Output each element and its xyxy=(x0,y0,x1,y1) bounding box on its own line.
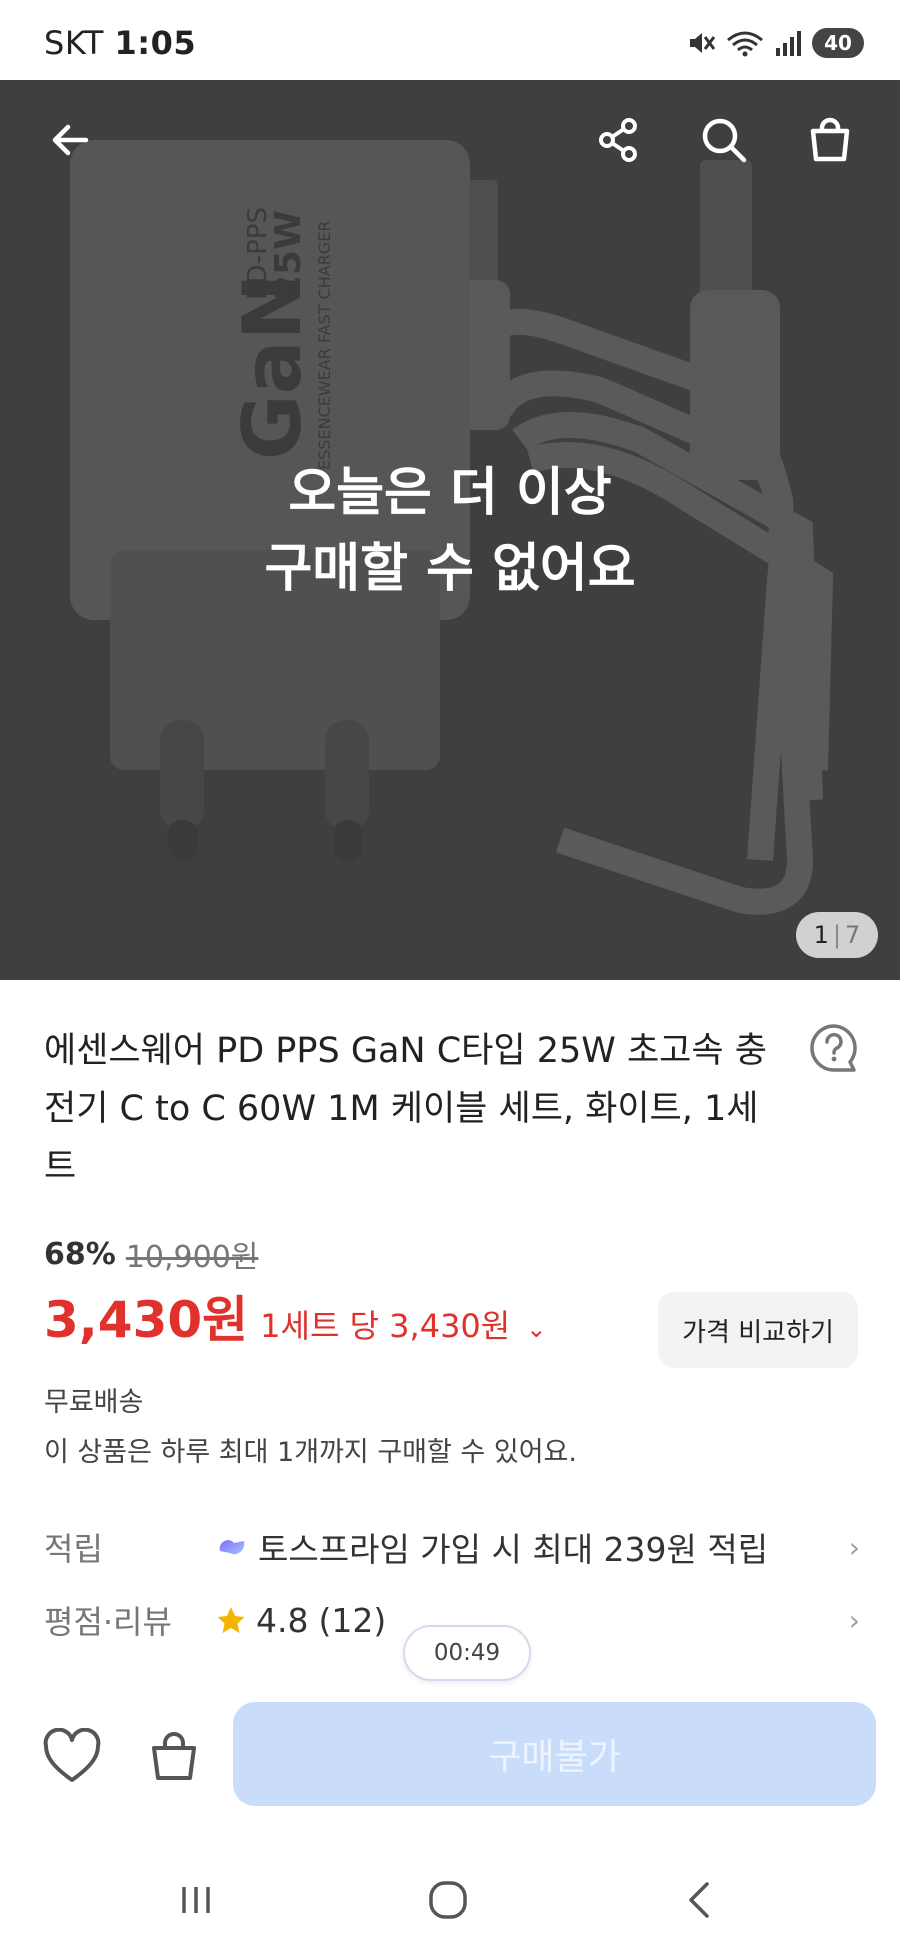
page-current: 1 xyxy=(813,921,829,949)
discount-percent: 68% xyxy=(44,1236,116,1272)
star-icon xyxy=(217,1607,245,1633)
shopping-bag-icon xyxy=(810,117,850,162)
product-image-carousel[interactable]: GaN PD-PPS 25W ESSENCEWEAR FAST CHARGER … xyxy=(0,80,900,980)
add-to-cart-button[interactable] xyxy=(142,1724,206,1788)
points-row[interactable]: 적립 토스프라임 가입 시 최대 239원 적립 › xyxy=(44,1517,860,1577)
recent-apps-button[interactable] xyxy=(166,1875,226,1925)
points-value-wrap: 토스프라임 가입 시 최대 239원 적립 xyxy=(216,1523,836,1571)
share-icon xyxy=(599,118,637,162)
status-icons: 40 xyxy=(686,26,864,60)
overlay-line2: 구매할 수 없어요 xyxy=(264,539,636,599)
shopping-bag-icon xyxy=(152,1732,196,1780)
page-separator: | xyxy=(832,921,842,949)
question-icon xyxy=(810,1024,857,1072)
points-label: 적립 xyxy=(44,1530,103,1568)
status-carrier-time: SKT 1:05 xyxy=(44,24,196,62)
review-count: (12) xyxy=(318,1600,387,1640)
overlay-line1: 오늘은 더 이상 xyxy=(288,463,612,523)
review-value-wrap: 4.8 (12) xyxy=(216,1601,836,1640)
battery-indicator: 40 xyxy=(812,28,864,58)
product-brand-text: GaN xyxy=(226,273,319,460)
system-nav-bar xyxy=(0,1850,900,1950)
home-button[interactable] xyxy=(418,1875,478,1925)
review-label: 평점·리뷰 xyxy=(44,1603,172,1641)
purchase-limit-note: 이 상품은 하루 최대 1개까지 구매할 수 있어요. xyxy=(44,1437,577,1468)
help-button[interactable] xyxy=(808,1022,860,1074)
original-price: 10,900원 xyxy=(125,1240,259,1275)
compare-price-button[interactable]: 가격 비교하기 xyxy=(658,1292,858,1368)
clock-label: 1:05 xyxy=(114,24,197,62)
back-arrow-icon xyxy=(52,124,89,156)
back-chevron-icon xyxy=(689,1882,709,1918)
product-spec2-text: 25W xyxy=(268,210,309,300)
unit-price[interactable]: 1세트 당 3,430원 xyxy=(260,1301,510,1347)
wifi-icon xyxy=(727,31,763,57)
image-page-indicator: 1 | 7 xyxy=(796,912,878,958)
discount-row: 68% 10,900원 xyxy=(44,1232,258,1276)
cart-button[interactable] xyxy=(800,110,860,170)
vibrate-mute-icon xyxy=(690,33,716,53)
status-bar: SKT 1:05 40 xyxy=(0,0,900,80)
product-title: 에센스웨어 PD PPS GaN C타입 25W 초고속 충전기 C to C … xyxy=(44,1031,767,1187)
wishlist-button[interactable] xyxy=(40,1724,104,1788)
share-button[interactable] xyxy=(589,110,649,170)
sold-out-overlay: 오늘은 더 이상 구매할 수 없어요 xyxy=(0,455,900,607)
product-sub-text: ESSENCEWEAR FAST CHARGER xyxy=(315,221,334,470)
page-total: 7 xyxy=(845,921,861,949)
heart-icon xyxy=(43,1728,101,1782)
shipping-info: 무료배송 xyxy=(44,1387,144,1418)
carrier-label: SKT xyxy=(44,24,104,62)
search-button[interactable] xyxy=(694,110,754,170)
chevron-right-icon: › xyxy=(848,1603,860,1637)
buy-button[interactable]: 구매불가 xyxy=(233,1702,876,1806)
rating-value: 4.8 xyxy=(256,1600,309,1640)
recent-apps-icon xyxy=(182,1887,210,1913)
toss-prime-icon xyxy=(219,1540,245,1555)
system-back-button[interactable] xyxy=(670,1875,730,1925)
bottom-action-bar: 구매불가 xyxy=(0,1700,900,1810)
chevron-down-icon[interactable]: ⌄ xyxy=(526,1315,546,1343)
chevron-right-icon: › xyxy=(848,1530,860,1564)
price-row: 3,430원 1세트 당 3,430원 ⌄ xyxy=(44,1280,546,1352)
sale-price: 3,430원 xyxy=(44,1291,249,1349)
back-button[interactable] xyxy=(40,110,100,170)
home-icon xyxy=(429,1881,467,1919)
points-value: 토스프라임 가입 시 최대 239원 적립 xyxy=(258,1530,769,1569)
signal-icon xyxy=(776,31,801,56)
search-icon xyxy=(702,118,747,163)
timer-badge: 00:49 xyxy=(403,1625,531,1681)
